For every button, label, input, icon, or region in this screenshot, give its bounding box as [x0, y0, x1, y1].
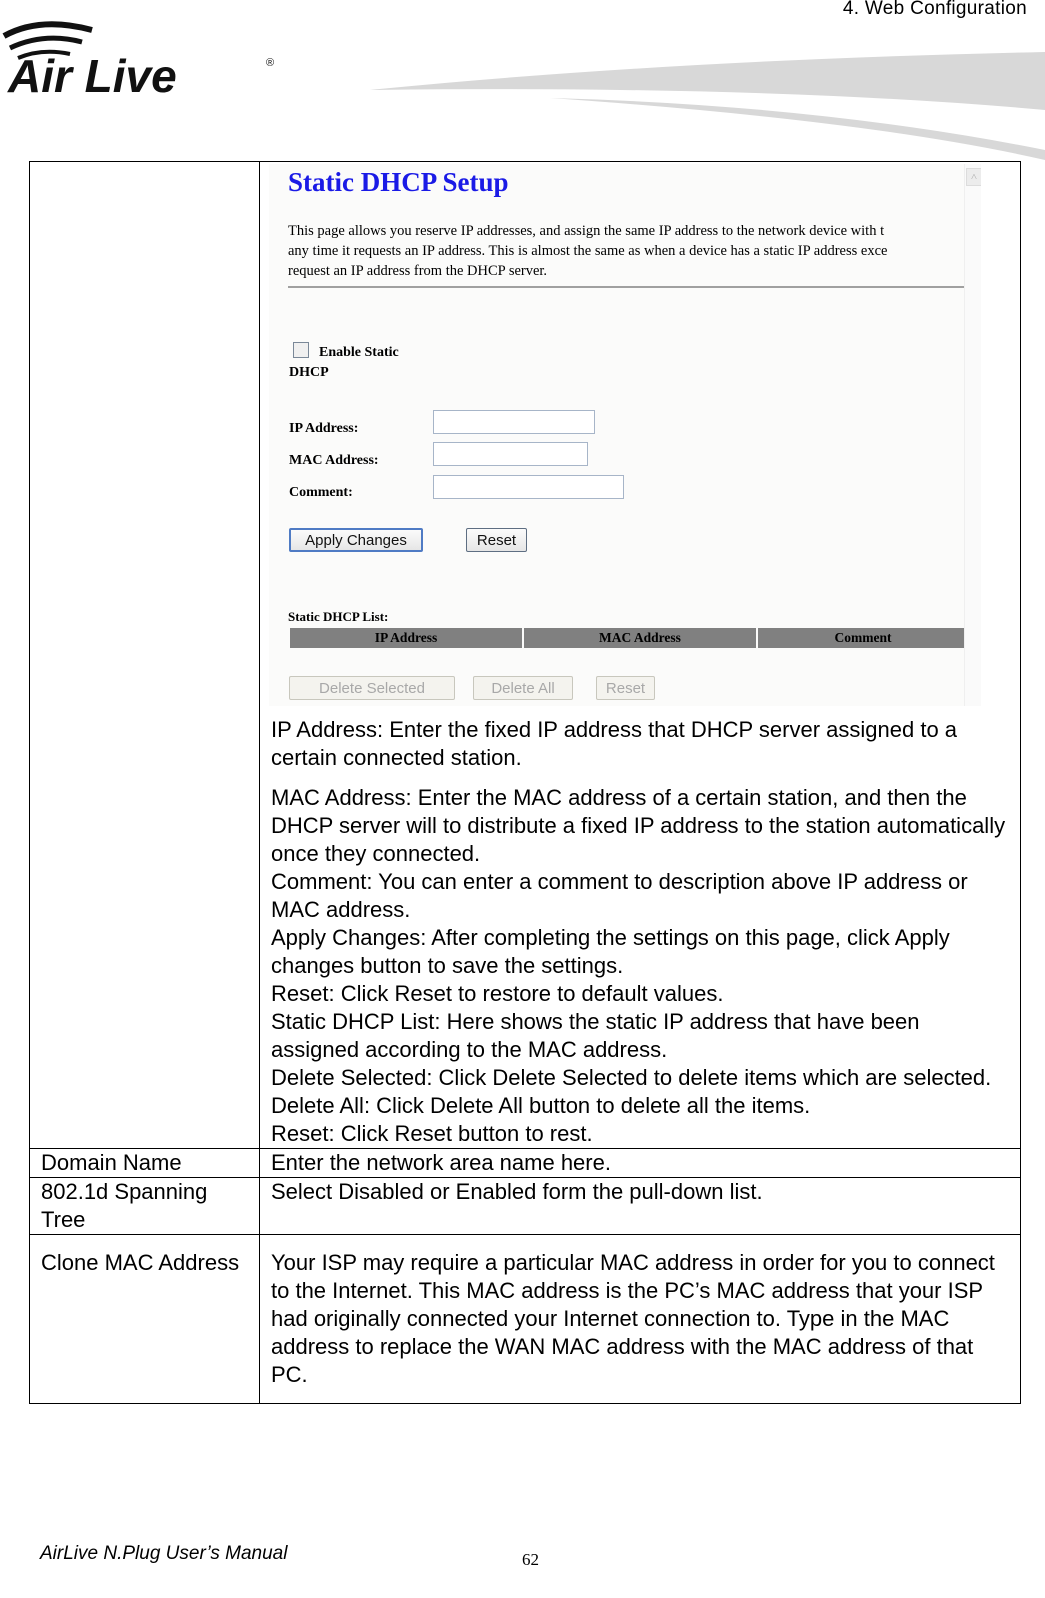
table-row: 802.1d Spanning Tree Select Disabled or …	[29, 1177, 1021, 1235]
column-header-mac: MAC Address	[524, 628, 756, 648]
static-dhcp-list-header: IP Address MAC Address Comment	[290, 628, 968, 648]
desc-delete-selected: Delete Selected: Click Delete Selected t…	[271, 1065, 992, 1090]
row-description: Static DHCP Setup This page allows you r…	[259, 161, 1021, 1149]
row-label	[29, 161, 260, 1149]
desc-apply-changes: Apply Changes: After completing the sett…	[271, 925, 950, 978]
page-title: Static DHCP Setup	[288, 167, 509, 197]
page-number: 62	[522, 1550, 539, 1569]
row-description: Select Disabled or Enabled form the pull…	[259, 1177, 1021, 1235]
intro-line: any time it requests an IP address. This…	[288, 243, 888, 259]
row-label: 802.1d Spanning Tree	[29, 1177, 260, 1235]
scroll-up-arrow-icon[interactable]: ˄	[966, 168, 981, 186]
desc-reset: Reset: Click Reset to restore to default…	[271, 981, 724, 1006]
row-label: Domain Name	[29, 1148, 260, 1178]
desc-static-dhcp-list: Static DHCP List: Here shows the static …	[271, 1009, 920, 1062]
settings-description-table: Static DHCP Setup This page allows you r…	[29, 161, 1021, 1404]
static-dhcp-screenshot: Static DHCP Setup This page allows you r…	[269, 164, 981, 706]
reset-button[interactable]: Reset	[466, 528, 527, 552]
delete-selected-button[interactable]: Delete Selected	[289, 676, 455, 700]
apply-changes-button[interactable]: Apply Changes	[289, 528, 423, 552]
desc-mac-address: MAC Address: Enter the MAC address of a …	[271, 785, 1006, 866]
vertical-scrollbar[interactable]: ˄	[964, 164, 981, 706]
mac-address-input[interactable]	[433, 442, 588, 466]
divider	[288, 286, 964, 288]
mac-address-label: MAC Address:	[289, 453, 379, 468]
row-description: Enter the network area name here.	[259, 1148, 1021, 1178]
chapter-title: 4. Web Configuration	[842, 0, 1027, 19]
table-row: Clone MAC Address Your ISP may require a…	[29, 1234, 1021, 1404]
comment-label: Comment:	[289, 485, 353, 500]
static-dhcp-list-title: Static DHCP List:	[288, 609, 389, 624]
enable-static-dhcp[interactable]: Enable Static DHCP	[289, 342, 443, 383]
delete-all-button[interactable]: Delete All	[473, 676, 573, 700]
table-row: Static DHCP Setup This page allows you r…	[29, 161, 1021, 1149]
list-reset-button[interactable]: Reset	[596, 676, 655, 700]
airlive-logo: Air Live ®	[0, 14, 290, 104]
manual-title: AirLive N.Plug User’s Manual	[40, 1543, 288, 1564]
column-header-ip: IP Address	[290, 628, 522, 648]
intro-line: This page allows you reserve IP addresse…	[288, 223, 885, 239]
logo-text: Air Live	[7, 50, 177, 102]
header-swoosh-decoration	[370, 52, 1045, 160]
column-header-comment: Comment	[758, 628, 968, 648]
wireless-signal-icon: Air Live ®	[2, 21, 274, 102]
ip-address-label: IP Address:	[289, 421, 359, 436]
intro-line: request an IP address from the DHCP serv…	[288, 263, 548, 279]
desc-comment: Comment: You can enter a comment to desc…	[271, 869, 968, 922]
comment-input[interactable]	[433, 475, 624, 499]
desc-ip-address: IP Address: Enter the fixed IP address t…	[271, 717, 958, 770]
desc-delete-all: Delete All: Click Delete All button to d…	[271, 1093, 811, 1118]
enable-static-dhcp-checkbox[interactable]	[293, 342, 309, 358]
svg-text:®: ®	[266, 57, 274, 69]
enable-label: Enable Static	[319, 345, 399, 360]
intro-text: This page allows you reserve IP addresse…	[288, 221, 968, 281]
row-label: Clone MAC Address	[29, 1234, 260, 1404]
enable-label-cont: DHCP	[289, 365, 329, 380]
desc-list-reset: Reset: Click Reset button to rest.	[271, 1121, 593, 1146]
ip-address-input[interactable]	[433, 410, 595, 434]
row-description: Your ISP may require a particular MAC ad…	[259, 1234, 1021, 1404]
table-row: Domain Name Enter the network area name …	[29, 1148, 1021, 1178]
